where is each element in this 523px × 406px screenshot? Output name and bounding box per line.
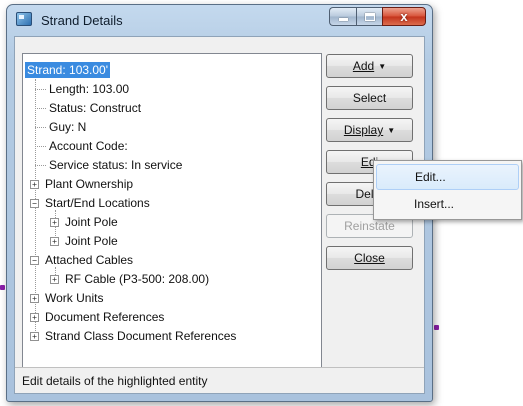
minimize-button[interactable] bbox=[329, 7, 356, 26]
menu-item-label: Edit... bbox=[415, 170, 446, 184]
minus-box-icon[interactable]: − bbox=[30, 255, 39, 265]
close-button[interactable]: Close bbox=[326, 246, 413, 270]
reinstate-button-label: Reinstate bbox=[344, 219, 395, 233]
plus-box-icon[interactable]: + bbox=[50, 274, 59, 284]
window-controls: x bbox=[329, 7, 426, 26]
stray-marker-right bbox=[434, 325, 439, 330]
app-icon bbox=[16, 12, 32, 26]
plus-box-icon[interactable]: + bbox=[30, 293, 39, 303]
menu-item-insert[interactable]: Insert... bbox=[376, 191, 519, 217]
tree-item-label: Plant Ownership bbox=[45, 177, 134, 191]
tree-item-label: Start/End Locations bbox=[45, 196, 150, 210]
tree-item-label: Joint Pole bbox=[65, 215, 118, 229]
tree-item-label: Attached Cables bbox=[45, 253, 134, 267]
tree-item-label: Strand: 103.00' bbox=[25, 62, 111, 78]
minimize-icon bbox=[338, 18, 348, 21]
tree-line bbox=[35, 146, 46, 147]
tree-item-label: Account Code: bbox=[49, 139, 128, 153]
maximize-button[interactable] bbox=[356, 7, 382, 26]
strand-details-window: Strand Details x Strand: 103.00' Length:… bbox=[6, 4, 433, 402]
tree-item-label: Work Units bbox=[45, 291, 104, 305]
tree-item-status[interactable]: Status: Construct bbox=[47, 99, 143, 117]
tree-line bbox=[35, 127, 46, 128]
display-button[interactable]: Display ▼ bbox=[326, 118, 413, 142]
tree-item-start-end-locations[interactable]: − Start/End Locations bbox=[30, 194, 152, 212]
tree-item-plant-ownership[interactable]: + Plant Ownership bbox=[30, 175, 135, 193]
tree-item-attached-cables[interactable]: − Attached Cables bbox=[30, 251, 135, 269]
stray-marker-left bbox=[0, 285, 5, 290]
menu-item-edit[interactable]: Edit... bbox=[376, 164, 519, 190]
tree-item-joint-pole-2[interactable]: + Joint Pole bbox=[50, 232, 120, 250]
tree-item-label: Document References bbox=[45, 310, 165, 324]
tree-line bbox=[35, 108, 46, 109]
plus-box-icon[interactable]: + bbox=[30, 312, 39, 322]
add-button[interactable]: Add ▼ bbox=[326, 54, 413, 78]
menu-item-label: Insert... bbox=[414, 197, 455, 211]
tree-line bbox=[35, 89, 46, 90]
tree-item-label: Length: 103.00 bbox=[49, 82, 130, 96]
title-bar[interactable]: Strand Details x bbox=[7, 5, 432, 35]
dropdown-arrow-icon: ▼ bbox=[387, 125, 396, 135]
close-icon: x bbox=[400, 9, 408, 24]
tree-item-label: Guy: N bbox=[49, 120, 87, 134]
status-bar: Edit details of the highlighted entity bbox=[15, 367, 424, 393]
tree-item-label: Joint Pole bbox=[65, 234, 118, 248]
tree-item-work-units[interactable]: + Work Units bbox=[30, 289, 105, 307]
tree-item-strand-class-document-references[interactable]: + Strand Class Document References bbox=[30, 327, 238, 345]
plus-box-icon[interactable]: + bbox=[30, 331, 39, 341]
tree-item-label: Strand Class Document References bbox=[45, 329, 237, 343]
select-button[interactable]: Select bbox=[326, 86, 413, 110]
window-title: Strand Details bbox=[41, 13, 123, 28]
dropdown-arrow-icon: ▼ bbox=[378, 61, 387, 71]
plus-box-icon[interactable]: + bbox=[50, 236, 59, 246]
add-button-label: Add bbox=[352, 59, 375, 73]
status-text: Edit details of the highlighted entity bbox=[22, 373, 208, 388]
tree-item-root[interactable]: Strand: 103.00' bbox=[25, 61, 111, 79]
tree-item-rf-cable[interactable]: + RF Cable (P3-500: 208.00) bbox=[50, 270, 211, 288]
dialog-client-area: Strand: 103.00' Length: 103.00 Status: C… bbox=[14, 36, 425, 394]
tree-item-label: RF Cable (P3-500: 208.00) bbox=[65, 272, 210, 286]
display-button-label: Display bbox=[343, 123, 384, 137]
close-button-label: Close bbox=[354, 251, 385, 265]
tree-item-document-references[interactable]: + Document References bbox=[30, 308, 166, 326]
minus-box-icon[interactable]: − bbox=[30, 198, 39, 208]
tree-item-label: Service status: In service bbox=[49, 158, 183, 172]
close-window-button[interactable]: x bbox=[382, 7, 426, 26]
tree-item-service-status[interactable]: Service status: In service bbox=[47, 156, 184, 174]
tree-item-length[interactable]: Length: 103.00 bbox=[47, 80, 131, 98]
plus-box-icon[interactable]: + bbox=[50, 217, 59, 227]
tree-item-guy[interactable]: Guy: N bbox=[47, 118, 88, 136]
select-button-label: Select bbox=[352, 91, 387, 105]
edit-dropdown-menu: Edit... Insert... bbox=[373, 160, 522, 220]
tree-item-joint-pole-1[interactable]: + Joint Pole bbox=[50, 213, 120, 231]
tree-line bbox=[35, 165, 46, 166]
strand-tree[interactable]: Strand: 103.00' Length: 103.00 Status: C… bbox=[22, 53, 322, 371]
tree-item-label: Status: Construct bbox=[49, 101, 142, 115]
plus-box-icon[interactable]: + bbox=[30, 179, 39, 189]
tree-item-account-code[interactable]: Account Code: bbox=[47, 137, 130, 155]
maximize-icon bbox=[364, 12, 375, 21]
